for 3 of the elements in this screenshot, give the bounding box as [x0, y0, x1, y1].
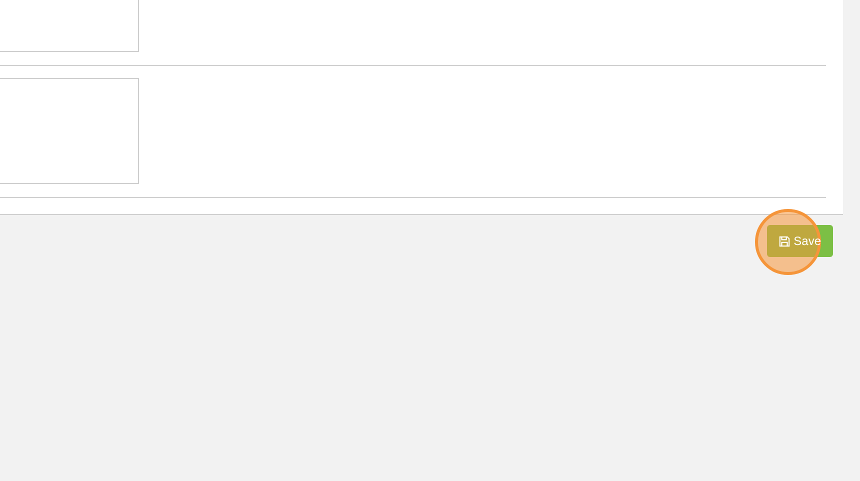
- text-area-field[interactable]: [0, 78, 139, 184]
- text-area-field[interactable]: [0, 0, 139, 52]
- save-button[interactable]: Save: [766, 225, 833, 257]
